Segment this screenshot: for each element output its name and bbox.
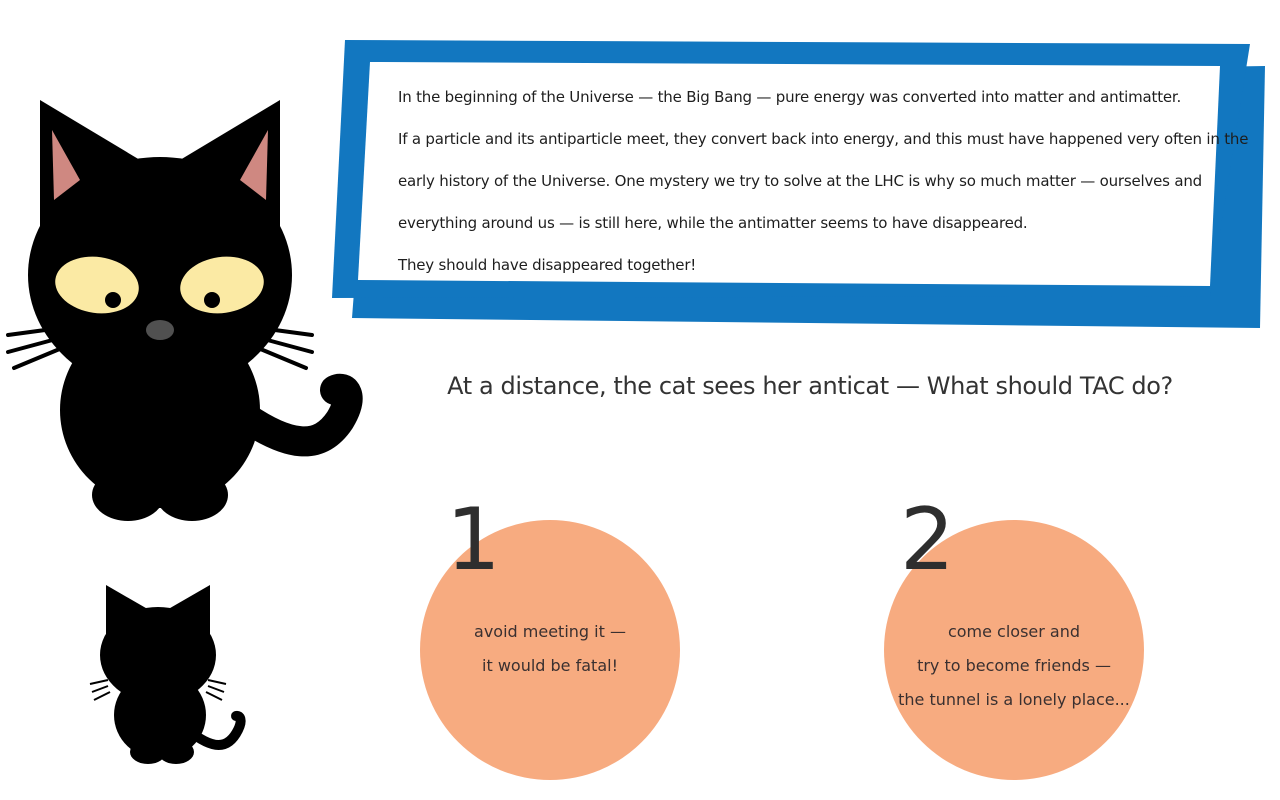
- choice-1-number: 1: [446, 490, 501, 590]
- choice-1-line: it would be fatal!: [482, 656, 618, 675]
- small-cat-back-icon: [89, 585, 246, 764]
- choice-1-line: avoid meeting it —: [474, 622, 626, 641]
- question-heading: At a distance, the cat sees her anticat …: [447, 372, 1173, 400]
- choice-2-text: come closer and try to become friends — …: [884, 615, 1144, 717]
- intro-line: They should have disappeared together!: [398, 256, 697, 274]
- intro-line: early history of the Universe. One myste…: [398, 172, 1202, 190]
- choice-2-number: 2: [900, 490, 955, 590]
- choice-2-line: try to become friends —: [917, 656, 1111, 675]
- intro-line: In the beginning of the Universe — the B…: [398, 88, 1182, 106]
- intro-text: In the beginning of the Universe — the B…: [398, 76, 1249, 286]
- intro-line: everything around us — is still here, wh…: [398, 214, 1028, 232]
- intro-line: If a particle and its antiparticle meet,…: [398, 130, 1249, 148]
- choice-2-line: come closer and: [947, 622, 1081, 641]
- choice-1-text: avoid meeting it — it would be fatal!: [420, 615, 680, 683]
- black-cat-icon: [6, 100, 363, 521]
- choice-2-line: the tunnel is a lonely place...: [898, 690, 1130, 709]
